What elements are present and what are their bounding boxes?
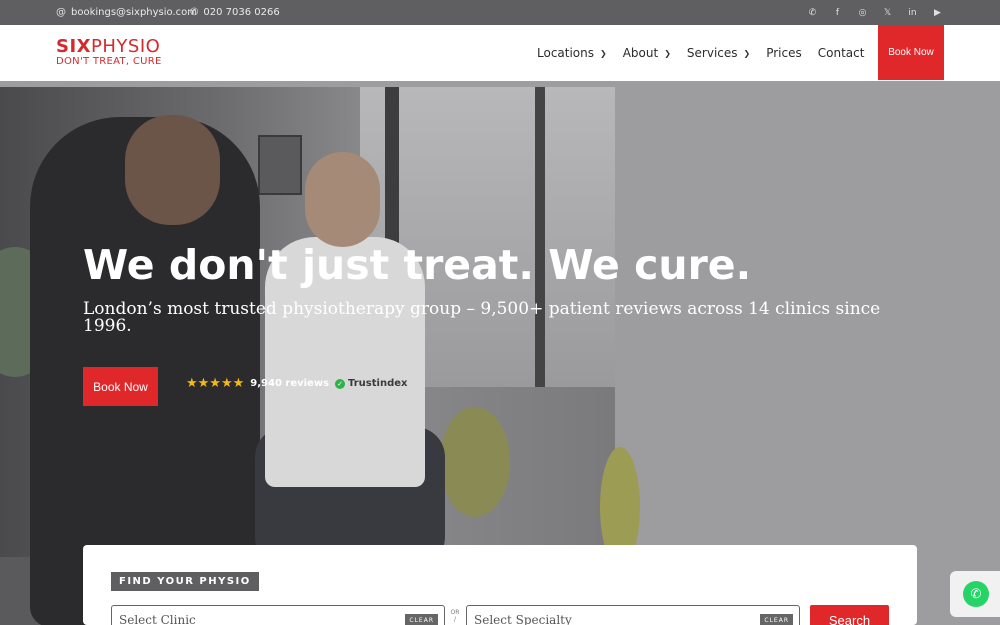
youtube-icon[interactable]: ▶ (931, 8, 944, 18)
specialty-select[interactable]: Select Specialty CLEAR (466, 605, 800, 625)
logo-bold: SIX (56, 36, 92, 57)
find-physio-label: FIND YOUR PHYSIO (111, 572, 259, 591)
email-link[interactable]: @ bookings@sixphysio.com (56, 0, 197, 25)
photo-rack (535, 87, 545, 387)
phone-icon: ✆ (190, 7, 199, 18)
clinic-select-placeholder: Select Clinic (119, 613, 196, 625)
nav-item-label: Contact (817, 46, 865, 60)
whatsapp-icon[interactable]: ✆ (806, 8, 819, 18)
logo-tagline: DON'T TREAT, CURE (56, 56, 162, 67)
instagram-icon[interactable]: ◎ (856, 8, 869, 18)
nav-item-services[interactable]: Services ❯ (687, 46, 750, 60)
at-icon: @ (56, 7, 66, 18)
hero-title: We don't just treat. We cure. (83, 241, 752, 289)
clinic-clear-button[interactable]: CLEAR (405, 614, 438, 625)
chevron-down-icon: ❯ (743, 48, 751, 58)
nav-item-label: Prices (766, 46, 802, 60)
photo-window (258, 135, 302, 195)
nav-item-label: Services (686, 46, 738, 60)
nav-item-prices[interactable]: Prices (766, 46, 802, 60)
social-links: ✆ f ◎ 𝕏 in ▶ (806, 0, 944, 25)
hero-book-now-button[interactable]: Book Now (83, 367, 158, 406)
logo-wordmark: SIXPHYSIO (56, 38, 162, 56)
nav-item-label: About (622, 46, 659, 60)
verified-check-icon: ✓ (335, 378, 346, 389)
nav-item-label: Locations (537, 46, 595, 60)
search-button[interactable]: Search (810, 605, 889, 625)
phone-text: 020 7036 0266 (203, 7, 280, 18)
email-text: bookings@sixphysio.com (71, 7, 198, 18)
photo-exercise-ball (440, 407, 510, 517)
or-separator: OR / (450, 609, 460, 623)
clinic-select[interactable]: Select Clinic CLEAR (111, 605, 445, 625)
nav-item-locations[interactable]: Locations ❯ (537, 46, 607, 60)
site-header: SIXPHYSIO DON'T TREAT, CURE Locations ❯ … (0, 25, 1000, 81)
nav-item-contact[interactable]: Contact (818, 46, 865, 60)
review-brand: Trustindex (348, 378, 408, 389)
review-badge[interactable]: ★★★★★ 9,940 reviews ✓ Trustindex (186, 376, 407, 391)
x-icon[interactable]: 𝕏 (881, 8, 894, 18)
star-rating-icon: ★★★★★ (186, 376, 245, 391)
logo-rest: PHYSIO (91, 36, 161, 57)
chevron-down-icon: ❯ (664, 48, 671, 58)
phone-link[interactable]: ✆ 020 7036 0266 (190, 0, 280, 25)
specialty-select-placeholder: Select Specialty (474, 613, 572, 625)
whatsapp-chat-icon[interactable]: ✆ (963, 581, 989, 607)
linkedin-icon[interactable]: in (906, 8, 919, 18)
find-physio-panel: FIND YOUR PHYSIO Select Clinic CLEAR OR … (83, 545, 917, 625)
photo-patient-head (125, 115, 220, 225)
chevron-down-icon: ❯ (600, 48, 607, 58)
nav-item-about[interactable]: About ❯ (623, 46, 671, 60)
main-nav: Locations ❯ About ❯ Services ❯ Prices Co… (537, 25, 880, 81)
review-count: 9,940 reviews (250, 378, 330, 389)
facebook-icon[interactable]: f (831, 8, 844, 18)
logo[interactable]: SIXPHYSIO DON'T TREAT, CURE (56, 38, 162, 68)
hero-subtitle: London’s most trusted physiotherapy grou… (83, 299, 881, 336)
photo-physio-head (305, 152, 380, 247)
hero-section: We don't just treat. We cure. London’s m… (0, 81, 1000, 625)
specialty-clear-button[interactable]: CLEAR (760, 614, 793, 625)
top-bar: @ bookings@sixphysio.com ✆ 020 7036 0266… (0, 0, 1000, 25)
header-book-now-button[interactable]: Book Now (878, 25, 944, 80)
